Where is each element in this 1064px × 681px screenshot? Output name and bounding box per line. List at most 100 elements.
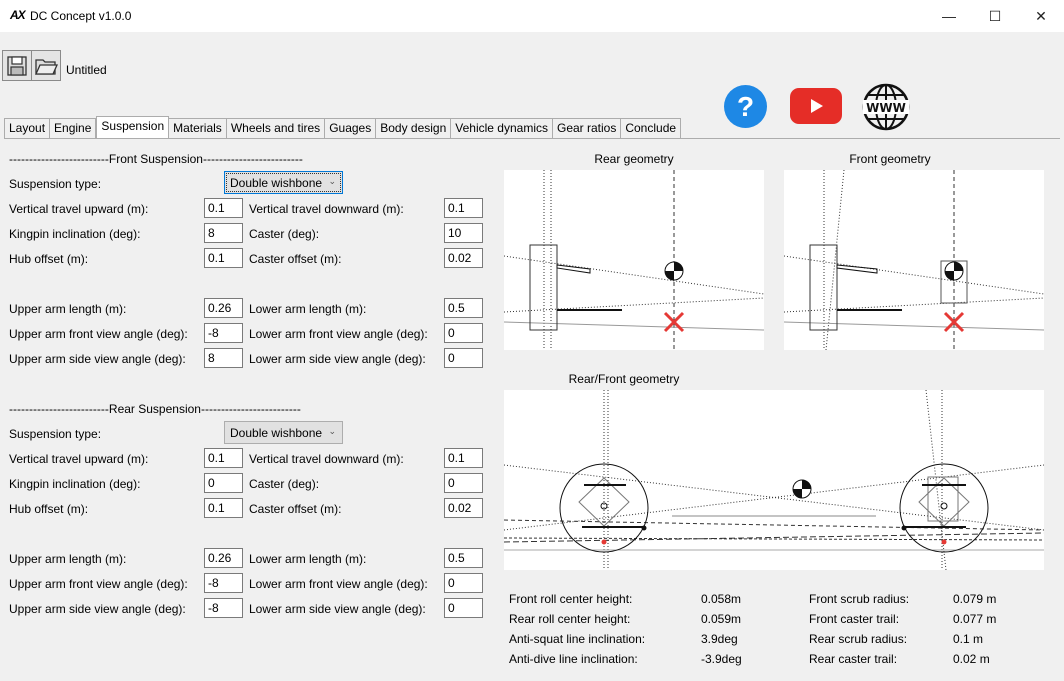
rear-ua-fva-label: Upper arm front view angle (deg): bbox=[9, 577, 188, 591]
tab-gear-ratios[interactable]: Gear ratios bbox=[552, 118, 622, 139]
rear-caster-trail-value: 0.02 m bbox=[953, 652, 990, 666]
rear-caster-offset-field[interactable]: 0.02 bbox=[444, 498, 483, 518]
cog-marker-icon bbox=[792, 479, 812, 499]
play-icon bbox=[811, 99, 823, 113]
front-caster-offset-label: Caster offset (m): bbox=[249, 252, 342, 266]
tab-wheels-and-tires[interactable]: Wheels and tires bbox=[226, 118, 326, 139]
front-vt-up-label: Vertical travel upward (m): bbox=[9, 202, 149, 216]
anti-squat-value: 3.9deg bbox=[701, 632, 738, 646]
rear-caster-field[interactable]: 0 bbox=[444, 473, 483, 493]
front-vt-down-field[interactable]: 0.1 bbox=[444, 198, 483, 218]
tab-layout[interactable]: Layout bbox=[4, 118, 51, 139]
maximize-button[interactable]: ☐ bbox=[972, 0, 1018, 32]
roll-center-marker-icon bbox=[943, 311, 965, 333]
rear-la-sva-field[interactable]: 0 bbox=[444, 598, 483, 618]
front-la-len-label: Lower arm length (m): bbox=[249, 302, 367, 316]
youtube-icon[interactable] bbox=[790, 88, 842, 124]
front-caster-label: Caster (deg): bbox=[249, 227, 320, 241]
save-button[interactable] bbox=[2, 50, 32, 81]
rear-kpi-field[interactable]: 0 bbox=[204, 473, 243, 493]
rear-caster-offset-label: Caster offset (m): bbox=[249, 502, 342, 516]
anti-squat-label: Anti-squat line inclination: bbox=[509, 632, 646, 646]
front-roll-center-label: Front roll center height: bbox=[509, 592, 633, 606]
front-ua-fva-label: Upper arm front view angle (deg): bbox=[9, 327, 188, 341]
rear-la-len-label: Lower arm length (m): bbox=[249, 552, 367, 566]
tab-conclude[interactable]: Conclude bbox=[621, 118, 682, 139]
website-icon[interactable]: WWW bbox=[861, 82, 911, 132]
front-caster-field[interactable]: 10 bbox=[444, 223, 483, 243]
front-hub-field[interactable]: 0.1 bbox=[204, 248, 243, 268]
front-geometry-title: Front geometry bbox=[849, 152, 931, 166]
rear-kpi-label: Kingpin inclination (deg): bbox=[9, 477, 141, 491]
front-scrub-label: Front scrub radius: bbox=[809, 592, 910, 606]
rear-vt-up-field[interactable]: 0.1 bbox=[204, 448, 243, 468]
front-la-fva-field[interactable]: 0 bbox=[444, 323, 483, 343]
tab-suspension[interactable]: Suspension bbox=[96, 116, 170, 139]
cog-marker-icon bbox=[944, 261, 964, 281]
front-caster-trail-value: 0.077 m bbox=[953, 612, 997, 626]
rear-ua-len-field[interactable]: 0.26 bbox=[204, 548, 243, 568]
rear-scrub-label: Rear scrub radius: bbox=[809, 632, 908, 646]
rear-vt-down-field[interactable]: 0.1 bbox=[444, 448, 483, 468]
front-kpi-field[interactable]: 8 bbox=[204, 223, 243, 243]
rear-type-label: Suspension type: bbox=[9, 427, 102, 441]
app-logo-icon: AX bbox=[10, 8, 26, 22]
open-folder-button[interactable] bbox=[31, 50, 61, 81]
front-la-len-field[interactable]: 0.5 bbox=[444, 298, 483, 318]
rear-vt-up-label: Vertical travel upward (m): bbox=[9, 452, 149, 466]
save-icon bbox=[7, 55, 27, 76]
rear-front-geometry-view bbox=[503, 389, 1045, 571]
rear-ua-sva-field[interactable]: -8 bbox=[204, 598, 243, 618]
rear-hub-field[interactable]: 0.1 bbox=[204, 498, 243, 518]
front-roll-center-value: 0.058m bbox=[701, 592, 742, 606]
tab-body-design[interactable]: Body design bbox=[376, 118, 452, 139]
rear-ua-len-label: Upper arm length (m): bbox=[9, 552, 127, 566]
chevron-down-icon: ⌄ bbox=[328, 176, 336, 186]
front-kpi-label: Kingpin inclination (deg): bbox=[9, 227, 141, 241]
rear-suspension-type-select[interactable]: Double wishbone ⌄ bbox=[224, 421, 343, 444]
rear-front-geometry-title: Rear/Front geometry bbox=[568, 372, 680, 386]
minimize-button[interactable]: — bbox=[926, 0, 972, 32]
rear-type-value: Double wishbone bbox=[230, 426, 323, 440]
rear-roll-center-label: Rear roll center height: bbox=[509, 612, 631, 626]
front-hub-label: Hub offset (m): bbox=[9, 252, 89, 266]
front-geometry-view bbox=[783, 169, 1045, 351]
front-suspension-header: -------------------------Front Suspensio… bbox=[9, 152, 303, 166]
front-suspension-type-select[interactable]: Double wishbone ⌄ bbox=[224, 171, 343, 194]
rear-ua-sva-label: Upper arm side view angle (deg): bbox=[9, 602, 186, 616]
front-caster-trail-label: Front caster trail: bbox=[809, 612, 900, 626]
front-la-sva-label: Lower arm side view angle (deg): bbox=[249, 352, 426, 366]
front-caster-offset-field[interactable]: 0.02 bbox=[444, 248, 483, 268]
tab-guages[interactable]: Guages bbox=[325, 118, 377, 139]
anti-dive-label: Anti-dive line inclination: bbox=[509, 652, 638, 666]
svg-text:WWW: WWW bbox=[866, 101, 906, 115]
front-la-sva-field[interactable]: 0 bbox=[444, 348, 483, 368]
tab-vehicle-dynamics[interactable]: Vehicle dynamics bbox=[451, 118, 553, 139]
front-vt-up-field[interactable]: 0.1 bbox=[204, 198, 243, 218]
help-icon[interactable]: ? bbox=[724, 85, 767, 128]
anti-dive-value: -3.9deg bbox=[701, 652, 742, 666]
front-ua-len-label: Upper arm length (m): bbox=[9, 302, 127, 316]
front-ua-fva-field[interactable]: -8 bbox=[204, 323, 243, 343]
tab-materials[interactable]: Materials bbox=[169, 118, 227, 139]
rear-ua-fva-field[interactable]: -8 bbox=[204, 573, 243, 593]
rear-hub-label: Hub offset (m): bbox=[9, 502, 89, 516]
rear-la-sva-label: Lower arm side view angle (deg): bbox=[249, 602, 426, 616]
rear-vt-down-label: Vertical travel downward (m): bbox=[249, 452, 404, 466]
rear-suspension-header: -------------------------Rear Suspension… bbox=[9, 402, 301, 416]
front-type-label: Suspension type: bbox=[9, 177, 102, 191]
cog-marker-icon bbox=[664, 261, 684, 281]
close-button[interactable]: ✕ bbox=[1018, 0, 1064, 32]
rear-caster-trail-label: Rear caster trail: bbox=[809, 652, 898, 666]
tab-bar: Layout Engine Suspension Materials Wheel… bbox=[4, 116, 682, 139]
folder-icon bbox=[34, 58, 58, 75]
rear-scrub-value: 0.1 m bbox=[953, 632, 984, 646]
tab-engine[interactable]: Engine bbox=[50, 118, 97, 139]
front-ua-len-field[interactable]: 0.26 bbox=[204, 298, 243, 318]
rear-la-len-field[interactable]: 0.5 bbox=[444, 548, 483, 568]
rear-la-fva-field[interactable]: 0 bbox=[444, 573, 483, 593]
front-ua-sva-field[interactable]: 8 bbox=[204, 348, 243, 368]
title-bar: AX DC Concept v1.0.0 — ☐ ✕ bbox=[0, 0, 1064, 32]
rear-geometry-view bbox=[503, 170, 765, 350]
rear-geometry-title: Rear geometry bbox=[594, 152, 674, 166]
